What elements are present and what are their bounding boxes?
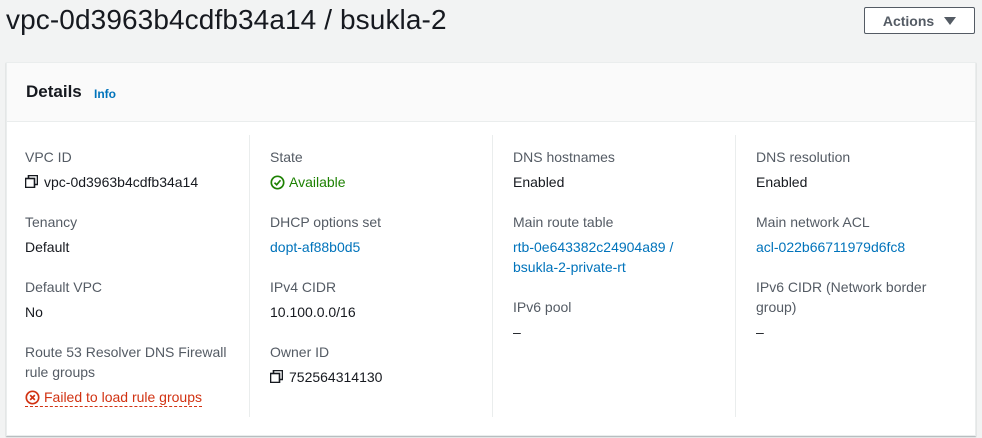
ipv4-cidr-value: 10.100.0.0/16	[270, 304, 356, 320]
dns-resolution-value: Enabled	[756, 174, 808, 190]
field-vpc-id: VPC ID vpc-0d3963b4cdfb34a14	[25, 147, 235, 192]
field-label: IPv6 CIDR (Network border group)	[756, 279, 927, 315]
field-dns-resolution: DNS resolution Enabled	[756, 147, 966, 192]
field-main-route-table: Main route table rtb-0e643382c24904a89 /…	[513, 212, 703, 277]
page-title: vpc-0d3963b4cdfb34a14 / bsukla-2	[6, 4, 447, 35]
owner-id-value: 752564314130	[289, 369, 383, 385]
field-value-wrap: 752564314130	[270, 367, 480, 387]
field-ipv6-pool: IPv6 pool –	[513, 297, 723, 342]
dns-firewall-error-text: Failed to load rule groups	[44, 389, 202, 405]
details-panel-header: Details Info	[7, 63, 975, 122]
details-panel: Details Info VPC ID vpc-0d3963b4cdfb34a1…	[6, 62, 976, 436]
details-column-4: DNS resolution Enabled Main network ACL …	[735, 135, 966, 417]
field-state: State Available	[270, 147, 480, 192]
details-column-1: VPC ID vpc-0d3963b4cdfb34a14 Tenancy Def…	[25, 135, 255, 417]
tenancy-value: Default	[25, 239, 70, 255]
state-status: Available	[270, 172, 480, 192]
field-label: Main route table	[513, 214, 614, 230]
field-default-vpc: Default VPC No	[25, 277, 235, 322]
field-label: DNS resolution	[756, 149, 851, 165]
field-label: VPC ID	[25, 149, 72, 165]
field-dhcp-options: DHCP options set dopt-af88b0d5	[270, 212, 480, 257]
field-tenancy: Tenancy Default	[25, 212, 235, 257]
dns-firewall-error-status[interactable]: Failed to load rule groups	[25, 389, 202, 407]
field-owner-id: Owner ID 752564314130	[270, 342, 480, 387]
field-main-network-acl: Main network ACL acl-022b66711979d6fc8	[756, 212, 966, 257]
field-label: Route 53 Resolver DNS Firewall rule grou…	[25, 344, 227, 380]
details-column-3: DNS hostnames Enabled Main route table r…	[492, 135, 723, 417]
main-route-table-link[interactable]: rtb-0e643382c24904a89 / bsukla-2-private…	[513, 237, 703, 277]
field-ipv4-cidr: IPv4 CIDR 10.100.0.0/16	[270, 277, 480, 322]
field-dns-hostnames: DNS hostnames Enabled	[513, 147, 723, 192]
field-label: Default VPC	[25, 279, 103, 295]
field-label: State	[270, 149, 303, 165]
vpc-id-value: vpc-0d3963b4cdfb34a14	[44, 174, 199, 190]
error-icon	[25, 390, 40, 405]
actions-button-label: Actions	[882, 12, 935, 29]
copy-icon[interactable]	[270, 370, 283, 383]
field-label: Tenancy	[25, 214, 78, 230]
details-column-2: State Available DHCP options set dopt-af…	[249, 135, 500, 417]
field-label: DHCP options set	[270, 214, 382, 230]
field-label: Main network ACL	[756, 214, 870, 230]
ipv6-cidr-value: –	[756, 324, 764, 340]
copy-icon[interactable]	[25, 175, 38, 188]
field-label: IPv4 CIDR	[270, 279, 337, 295]
main-network-acl-link[interactable]: acl-022b66711979d6fc8	[756, 237, 966, 257]
caret-down-icon	[944, 17, 957, 25]
field-label: DNS hostnames	[513, 149, 615, 165]
default-vpc-value: No	[25, 304, 43, 320]
field-dns-firewall: Route 53 Resolver DNS Firewall rule grou…	[25, 342, 235, 407]
info-link[interactable]: Info	[94, 87, 116, 101]
dhcp-options-link[interactable]: dopt-af88b0d5	[270, 237, 480, 257]
state-value: Available	[289, 174, 346, 190]
field-label: Owner ID	[270, 344, 330, 360]
field-label: IPv6 pool	[513, 299, 572, 315]
actions-dropdown-button[interactable]: Actions	[864, 7, 975, 34]
check-circle-icon	[270, 175, 285, 190]
field-ipv6-cidr: IPv6 CIDR (Network border group) –	[756, 277, 936, 342]
ipv6-pool-value: –	[513, 324, 521, 340]
field-value-wrap: vpc-0d3963b4cdfb34a14	[25, 172, 235, 192]
field-value-wrap: Failed to load rule groups	[25, 387, 235, 407]
dns-hostnames-value: Enabled	[513, 174, 565, 190]
details-title: Details	[26, 82, 82, 101]
